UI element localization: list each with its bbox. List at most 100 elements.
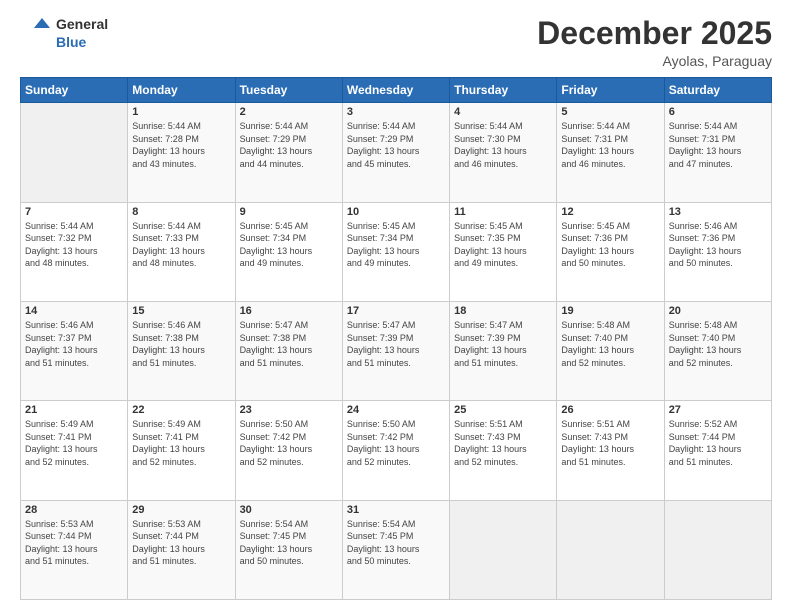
- day-number: 15: [132, 305, 230, 317]
- day-cell: 26 Sunrise: 5:51 AM Sunset: 7:43 PM Dayli…: [557, 401, 664, 500]
- header-tuesday: Tuesday: [235, 78, 342, 103]
- day-cell: 7 Sunrise: 5:44 AM Sunset: 7:32 PM Daylig…: [21, 202, 128, 301]
- week-row-3: 14 Sunrise: 5:46 AM Sunset: 7:37 PM Dayli…: [21, 301, 772, 400]
- day-cell: [664, 500, 771, 599]
- page-header: General Blue December 2025 Ayolas, Parag…: [20, 16, 772, 69]
- week-row-5: 28 Sunrise: 5:53 AM Sunset: 7:44 PM Dayli…: [21, 500, 772, 599]
- day-number: 25: [454, 404, 552, 416]
- day-cell: 6 Sunrise: 5:44 AM Sunset: 7:31 PM Daylig…: [664, 103, 771, 202]
- day-number: 12: [561, 206, 659, 218]
- day-info: Sunrise: 5:52 AM Sunset: 7:44 PM Dayligh…: [669, 418, 767, 468]
- day-cell: 15 Sunrise: 5:46 AM Sunset: 7:38 PM Dayli…: [128, 301, 235, 400]
- logo: General Blue: [20, 16, 108, 51]
- day-info: Sunrise: 5:47 AM Sunset: 7:38 PM Dayligh…: [240, 319, 338, 369]
- day-cell: 9 Sunrise: 5:45 AM Sunset: 7:34 PM Daylig…: [235, 202, 342, 301]
- day-number: 14: [25, 305, 123, 317]
- day-info: Sunrise: 5:50 AM Sunset: 7:42 PM Dayligh…: [347, 418, 445, 468]
- day-info: Sunrise: 5:49 AM Sunset: 7:41 PM Dayligh…: [25, 418, 123, 468]
- day-info: Sunrise: 5:51 AM Sunset: 7:43 PM Dayligh…: [561, 418, 659, 468]
- day-number: 3: [347, 106, 445, 118]
- day-cell: 30Sunrise: 5:54 AM Sunset: 7:45 PM Dayli…: [235, 500, 342, 599]
- day-cell: 5 Sunrise: 5:44 AM Sunset: 7:31 PM Daylig…: [557, 103, 664, 202]
- day-number: 4: [454, 106, 552, 118]
- day-info: Sunrise: 5:53 AM Sunset: 7:44 PM Dayligh…: [25, 518, 123, 568]
- calendar-page: General Blue December 2025 Ayolas, Parag…: [0, 0, 792, 612]
- day-cell: 19 Sunrise: 5:48 AM Sunset: 7:40 PM Dayli…: [557, 301, 664, 400]
- logo-blue: Blue: [56, 34, 108, 52]
- day-info: Sunrise: 5:44 AM Sunset: 7:33 PM Dayligh…: [132, 220, 230, 270]
- day-number: 10: [347, 206, 445, 218]
- day-cell: 24Sunrise: 5:50 AM Sunset: 7:42 PM Dayli…: [342, 401, 449, 500]
- logo-general: General: [56, 16, 108, 34]
- day-cell: 20 Sunrise: 5:48 AM Sunset: 7:40 PM Dayli…: [664, 301, 771, 400]
- day-number: 9: [240, 206, 338, 218]
- day-info: Sunrise: 5:48 AM Sunset: 7:40 PM Dayligh…: [669, 319, 767, 369]
- header-sunday: Sunday: [21, 78, 128, 103]
- day-number: 2: [240, 106, 338, 118]
- day-info: Sunrise: 5:45 AM Sunset: 7:35 PM Dayligh…: [454, 220, 552, 270]
- day-info: Sunrise: 5:54 AM Sunset: 7:45 PM Dayligh…: [347, 518, 445, 568]
- day-number: 22: [132, 404, 230, 416]
- day-cell: 3 Sunrise: 5:44 AM Sunset: 7:29 PM Daylig…: [342, 103, 449, 202]
- day-cell: 31 Sunrise: 5:54 AM Sunset: 7:45 PM Dayli…: [342, 500, 449, 599]
- calendar-table: Sunday Monday Tuesday Wednesday Thursday…: [20, 77, 772, 600]
- day-number: 19: [561, 305, 659, 317]
- day-cell: 1Sunrise: 5:44 AM Sunset: 7:28 PM Daylig…: [128, 103, 235, 202]
- day-info: Sunrise: 5:44 AM Sunset: 7:31 PM Dayligh…: [561, 120, 659, 170]
- header-thursday: Thursday: [450, 78, 557, 103]
- day-number: 5: [561, 106, 659, 118]
- day-cell: 29Sunrise: 5:53 AM Sunset: 7:44 PM Dayli…: [128, 500, 235, 599]
- day-cell: 17 Sunrise: 5:47 AM Sunset: 7:39 PM Dayli…: [342, 301, 449, 400]
- header-saturday: Saturday: [664, 78, 771, 103]
- title-block: December 2025 Ayolas, Paraguay: [537, 16, 772, 69]
- day-cell: [21, 103, 128, 202]
- day-cell: 21 Sunrise: 5:49 AM Sunset: 7:41 PM Dayli…: [21, 401, 128, 500]
- day-cell: 25Sunrise: 5:51 AM Sunset: 7:43 PM Dayli…: [450, 401, 557, 500]
- day-cell: 14 Sunrise: 5:46 AM Sunset: 7:37 PM Dayli…: [21, 301, 128, 400]
- day-cell: 18Sunrise: 5:47 AM Sunset: 7:39 PM Dayli…: [450, 301, 557, 400]
- day-info: Sunrise: 5:48 AM Sunset: 7:40 PM Dayligh…: [561, 319, 659, 369]
- day-cell: [557, 500, 664, 599]
- day-info: Sunrise: 5:46 AM Sunset: 7:36 PM Dayligh…: [669, 220, 767, 270]
- week-row-2: 7 Sunrise: 5:44 AM Sunset: 7:32 PM Daylig…: [21, 202, 772, 301]
- week-row-1: 1Sunrise: 5:44 AM Sunset: 7:28 PM Daylig…: [21, 103, 772, 202]
- day-info: Sunrise: 5:47 AM Sunset: 7:39 PM Dayligh…: [347, 319, 445, 369]
- day-number: 13: [669, 206, 767, 218]
- day-info: Sunrise: 5:49 AM Sunset: 7:41 PM Dayligh…: [132, 418, 230, 468]
- day-number: 26: [561, 404, 659, 416]
- day-cell: 8 Sunrise: 5:44 AM Sunset: 7:33 PM Daylig…: [128, 202, 235, 301]
- header-wednesday: Wednesday: [342, 78, 449, 103]
- header-monday: Monday: [128, 78, 235, 103]
- week-row-4: 21 Sunrise: 5:49 AM Sunset: 7:41 PM Dayli…: [21, 401, 772, 500]
- day-info: Sunrise: 5:44 AM Sunset: 7:29 PM Dayligh…: [347, 120, 445, 170]
- day-cell: 4Sunrise: 5:44 AM Sunset: 7:30 PM Daylig…: [450, 103, 557, 202]
- day-info: Sunrise: 5:46 AM Sunset: 7:37 PM Dayligh…: [25, 319, 123, 369]
- day-number: 17: [347, 305, 445, 317]
- day-number: 6: [669, 106, 767, 118]
- day-cell: [450, 500, 557, 599]
- day-cell: 28 Sunrise: 5:53 AM Sunset: 7:44 PM Dayli…: [21, 500, 128, 599]
- day-number: 8: [132, 206, 230, 218]
- day-info: Sunrise: 5:44 AM Sunset: 7:28 PM Dayligh…: [132, 120, 230, 170]
- header-friday: Friday: [557, 78, 664, 103]
- day-info: Sunrise: 5:44 AM Sunset: 7:31 PM Dayligh…: [669, 120, 767, 170]
- day-info: Sunrise: 5:44 AM Sunset: 7:32 PM Dayligh…: [25, 220, 123, 270]
- day-cell: 27 Sunrise: 5:52 AM Sunset: 7:44 PM Dayli…: [664, 401, 771, 500]
- day-number: 20: [669, 305, 767, 317]
- month-title: December 2025: [537, 16, 772, 51]
- logo-icon: [20, 18, 50, 50]
- day-number: 7: [25, 206, 123, 218]
- day-info: Sunrise: 5:45 AM Sunset: 7:34 PM Dayligh…: [240, 220, 338, 270]
- day-cell: 13 Sunrise: 5:46 AM Sunset: 7:36 PM Dayli…: [664, 202, 771, 301]
- day-number: 21: [25, 404, 123, 416]
- day-cell: 11Sunrise: 5:45 AM Sunset: 7:35 PM Dayli…: [450, 202, 557, 301]
- day-number: 27: [669, 404, 767, 416]
- day-cell: 22 Sunrise: 5:49 AM Sunset: 7:41 PM Dayli…: [128, 401, 235, 500]
- day-number: 28: [25, 504, 123, 516]
- day-number: 23: [240, 404, 338, 416]
- day-info: Sunrise: 5:54 AM Sunset: 7:45 PM Dayligh…: [240, 518, 338, 568]
- day-info: Sunrise: 5:53 AM Sunset: 7:44 PM Dayligh…: [132, 518, 230, 568]
- day-number: 31: [347, 504, 445, 516]
- location: Ayolas, Paraguay: [537, 53, 772, 69]
- day-info: Sunrise: 5:46 AM Sunset: 7:38 PM Dayligh…: [132, 319, 230, 369]
